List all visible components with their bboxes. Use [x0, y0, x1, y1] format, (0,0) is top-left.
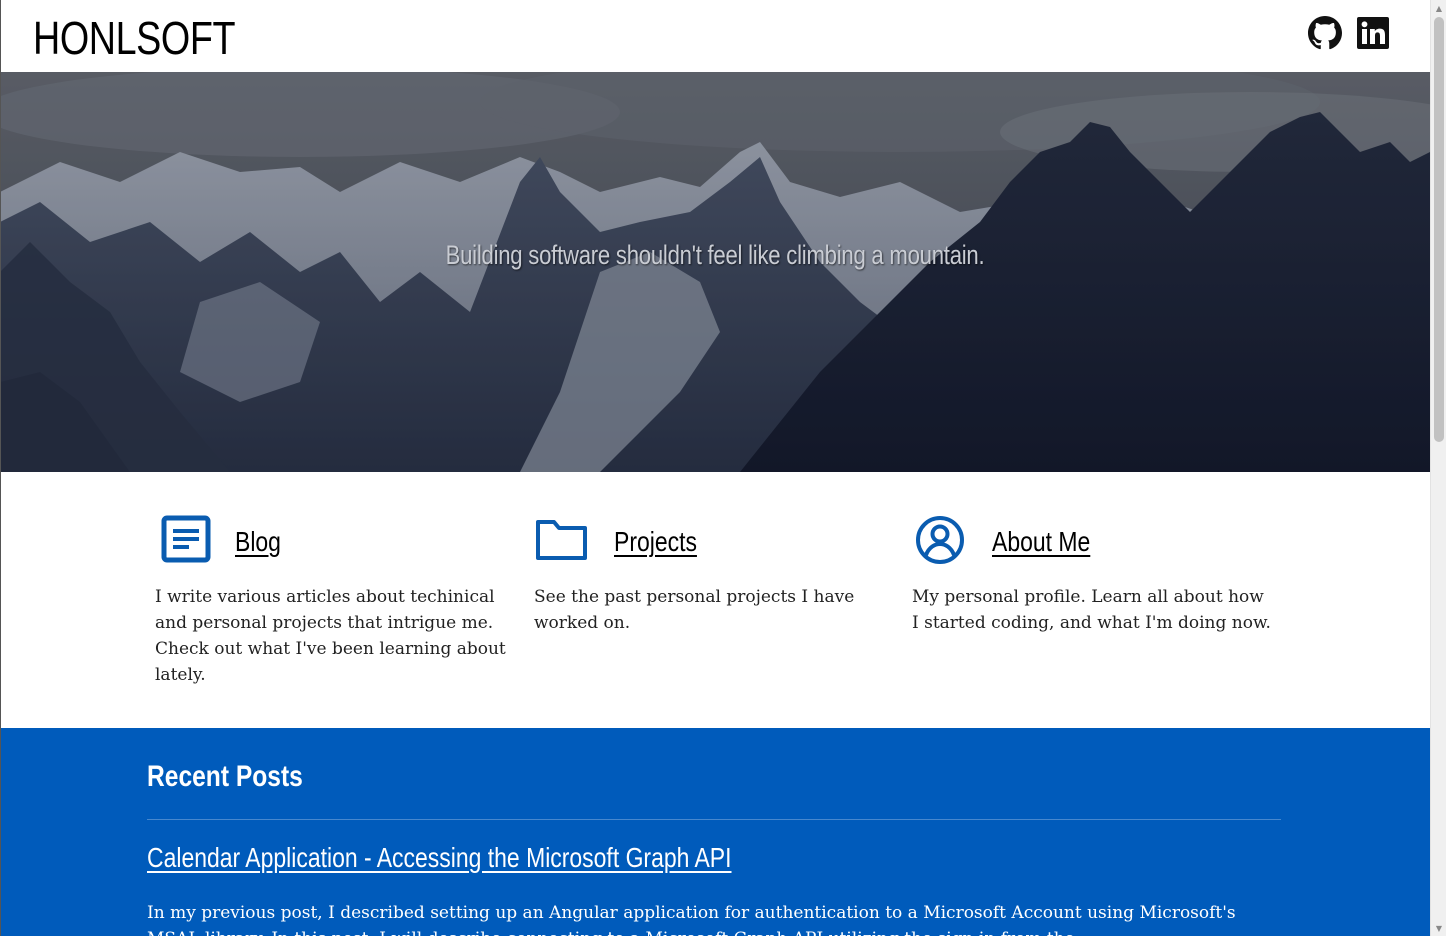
document-icon [161, 515, 211, 563]
scroll-down-arrow[interactable]: ▼ [1431, 920, 1446, 936]
vertical-scrollbar[interactable]: ▲ ▼ [1430, 0, 1446, 936]
projects-link[interactable]: Projects [614, 526, 697, 558]
user-circle-icon [916, 516, 964, 564]
mountain-illustration [0, 72, 1430, 472]
blog-description: I write various articles about techinica… [155, 587, 506, 685]
github-link[interactable] [1307, 15, 1343, 51]
scroll-up-arrow[interactable]: ▲ [1431, 0, 1446, 16]
recent-posts-section: Recent Posts Calendar Application - Acce… [0, 728, 1430, 936]
hero-banner: Building software shouldn't feel like cl… [0, 72, 1430, 472]
about-me-link[interactable]: About Me [992, 526, 1090, 558]
blog-link[interactable]: Blog [235, 526, 281, 558]
about-me-description: My personal profile. Learn all about how… [912, 587, 1271, 633]
site-header: HONLSOFT [0, 0, 1430, 72]
page: HONLSOFT Building software shouldn't fee… [0, 0, 1446, 936]
hero-tagline: Building software shouldn't feel like cl… [445, 240, 985, 270]
divider [147, 819, 1281, 820]
projects-description: See the past personal projects I have wo… [534, 587, 855, 633]
github-icon [1308, 16, 1342, 50]
scroll-thumb[interactable] [1434, 17, 1444, 442]
recent-posts-heading: Recent Posts [147, 760, 303, 793]
feature-cards: Blog I write various articles about tech… [0, 472, 1430, 728]
post-excerpt: In my previous post, I described setting… [147, 903, 1236, 936]
linkedin-icon [1357, 17, 1389, 49]
brand-logo[interactable]: HONLSOFT [33, 10, 236, 66]
window-edge [0, 0, 1, 936]
linkedin-link[interactable] [1355, 15, 1391, 51]
post-title-link[interactable]: Calendar Application - Accessing the Mic… [147, 842, 732, 874]
folder-icon [536, 520, 587, 560]
